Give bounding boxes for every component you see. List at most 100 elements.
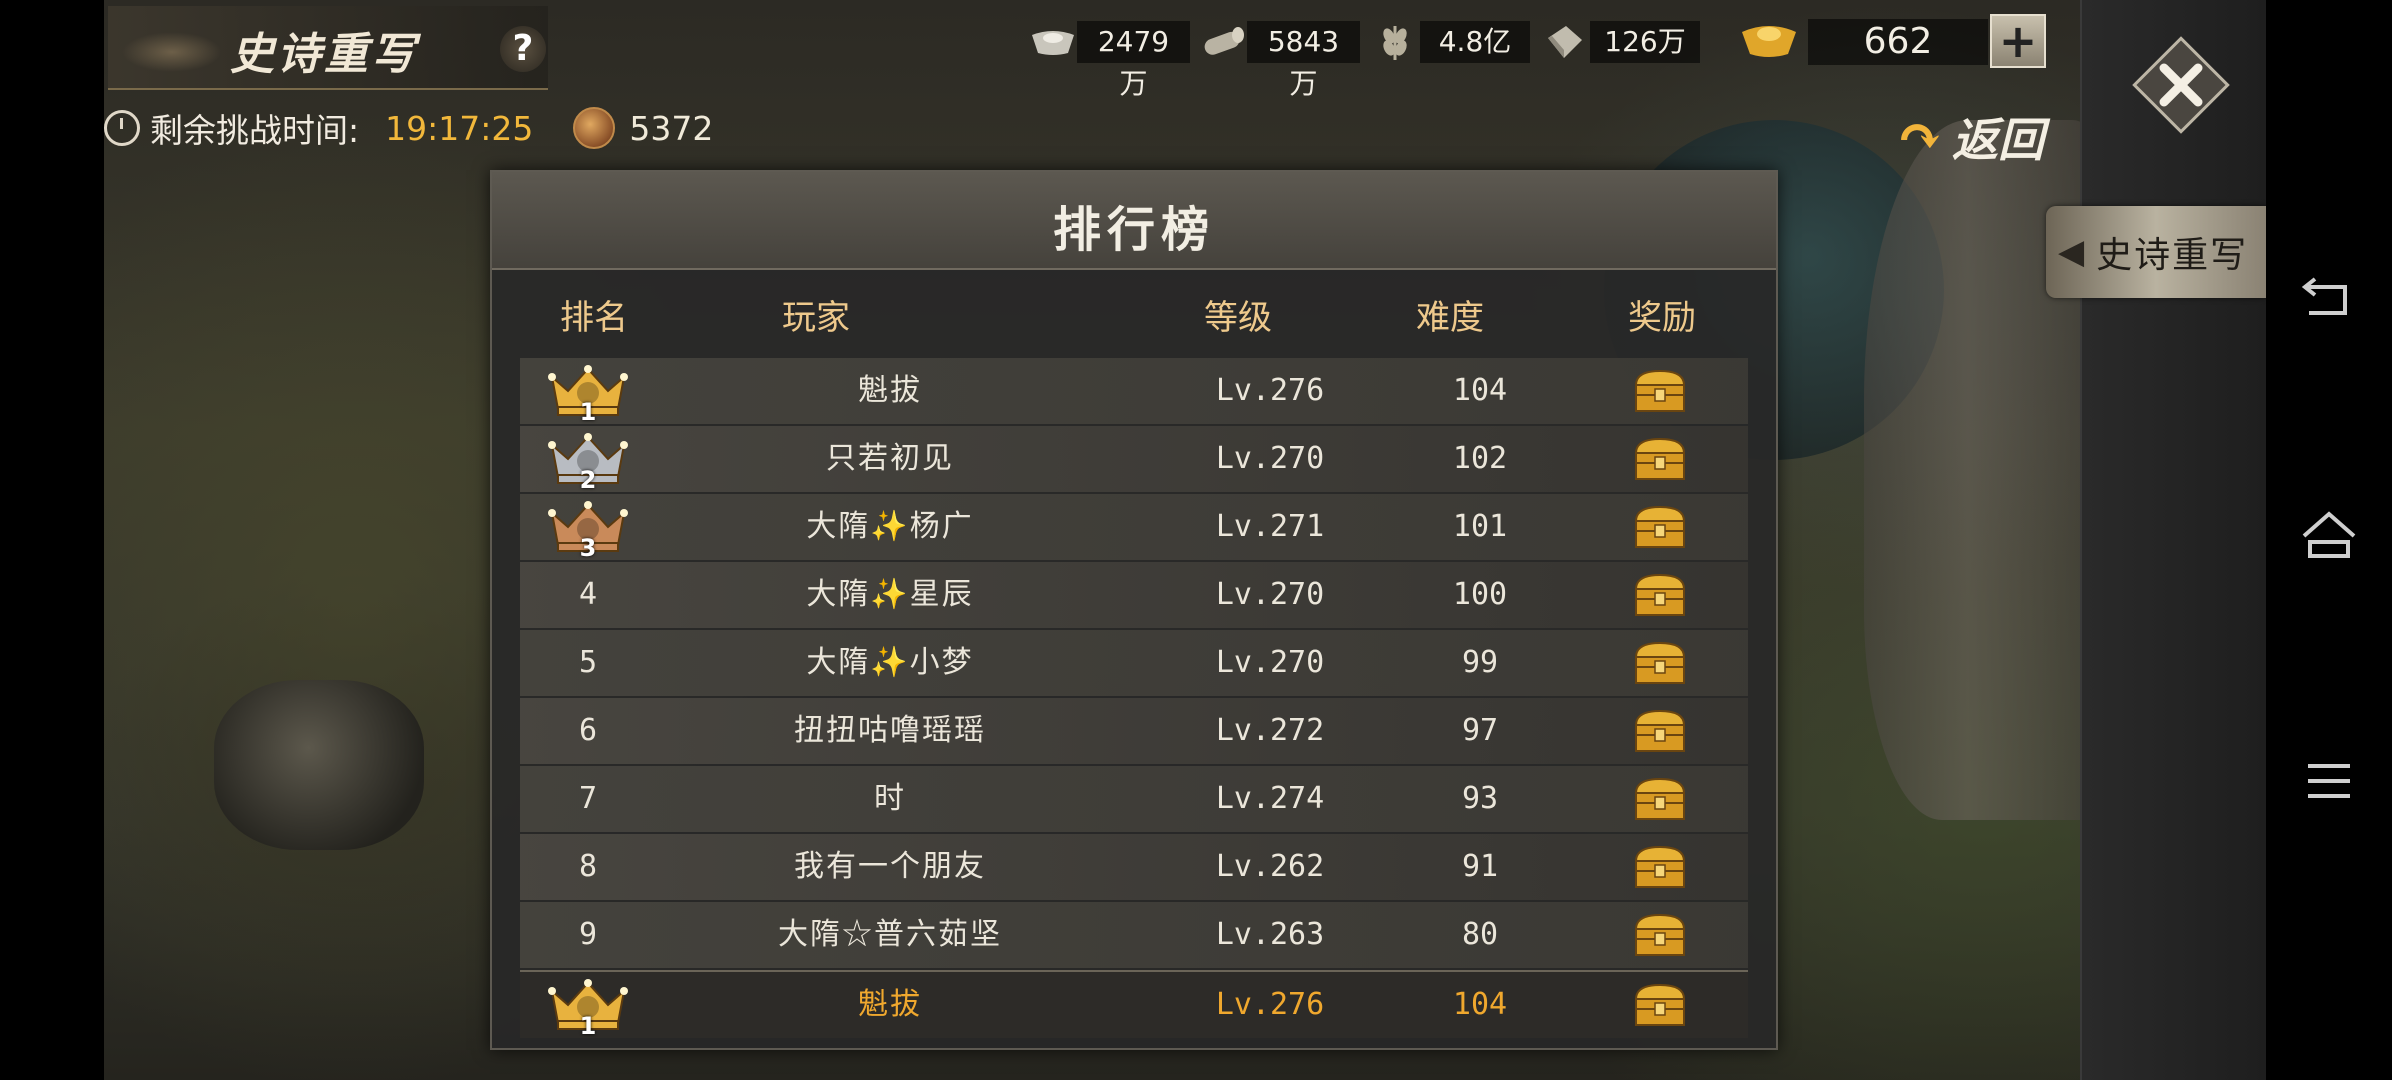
rank-number: 8	[578, 849, 598, 884]
treasure-chest-icon[interactable]	[1580, 630, 1740, 696]
iron-icon	[1540, 20, 1590, 64]
ranking-row[interactable]: 8 我有一个朋友 Lv.262 91	[520, 834, 1748, 900]
brush-decoration	[122, 32, 222, 72]
close-button[interactable]	[2126, 30, 2236, 140]
player-name: 魁拔	[858, 373, 922, 408]
ranking-title: 排行榜	[1052, 202, 1215, 258]
rock	[214, 680, 424, 850]
timer-value: 19:17:25	[385, 108, 534, 148]
epic-tab-label: 史诗重写	[2096, 235, 2249, 276]
ranking-row[interactable]: 9 大隋☆普六茹坚 Lv.263 80	[520, 902, 1748, 968]
challenge-timer-row: 剩余挑战时间: 19:17:25 5372	[104, 102, 713, 154]
resource-silver[interactable]: 2479万	[1030, 14, 1190, 100]
ranking-row[interactable]: 5 大隋✨小梦 Lv.270 99	[520, 630, 1748, 696]
player-name: 我有一个朋友	[794, 849, 986, 884]
wood-log-icon	[1200, 20, 1247, 64]
epic-rewrite-side-tab[interactable]: ◀ 史诗重写	[2046, 206, 2266, 298]
close-icon	[2132, 36, 2230, 134]
grain-value: 4.8亿	[1420, 21, 1530, 63]
ranking-column-headers: 排名 玩家 等级 难度 奖励	[492, 290, 1776, 346]
difficulty-value: 93	[1461, 781, 1499, 816]
back-nav-icon[interactable]	[2294, 262, 2364, 332]
gold-value: 662	[1808, 19, 1988, 65]
resource-wood[interactable]: 5843万	[1200, 14, 1360, 100]
player-name: 大隋☆普六茹坚	[778, 917, 1002, 952]
treasure-chest-icon[interactable]	[1580, 494, 1740, 560]
treasure-chest-icon[interactable]	[1580, 834, 1740, 900]
page-title: 史诗重写	[230, 29, 418, 80]
treasure-chest-icon[interactable]	[1580, 698, 1740, 764]
ranking-row[interactable]: 1 魁拔 Lv.276 104	[520, 358, 1748, 426]
player-name: 魁拔	[858, 987, 922, 1022]
player-name: 时	[874, 781, 906, 816]
ranking-row[interactable]: 7 时 Lv.274 93	[520, 766, 1748, 832]
ranking-list: 1 魁拔 Lv.276 104 2 只若初见 Lv.270 102 3 大隋✨杨广 Lv.271 10…	[520, 358, 1748, 1040]
resource-iron[interactable]: 126万	[1540, 14, 1700, 70]
clock-icon	[104, 110, 140, 146]
rank-number: 4	[578, 577, 598, 612]
android-nav-bar	[2266, 0, 2392, 1080]
difficulty-value: 100	[1452, 577, 1508, 612]
player-level: Lv.276	[1215, 987, 1325, 1022]
gold-currency[interactable]: 662	[1740, 14, 1988, 70]
grain-icon	[1370, 20, 1420, 64]
home-nav-icon[interactable]	[2294, 500, 2364, 570]
ranking-header: 排行榜	[492, 172, 1776, 270]
gold-ingot-icon	[1740, 20, 1798, 64]
treasure-chest-icon[interactable]	[1580, 766, 1740, 832]
ranking-row[interactable]: 6 扭扭咕噜瑶瑶 Lv.272 97	[520, 698, 1748, 764]
player-name: 大隋✨杨广	[806, 509, 974, 544]
gold-crown-icon: 1	[520, 358, 656, 426]
player-name: 大隋✨星辰	[806, 577, 974, 612]
treasure-chest-icon[interactable]	[1580, 426, 1740, 492]
timer-label: 剩余挑战时间:	[150, 111, 360, 150]
ranking-row[interactable]: 4 大隋✨星辰 Lv.270 100	[520, 562, 1748, 628]
silver-crown-icon: 2	[520, 426, 656, 494]
ranking-row[interactable]: 3 大隋✨杨广 Lv.271 101	[520, 494, 1748, 562]
col-rank: 排名	[560, 298, 628, 338]
difficulty-value: 104	[1452, 987, 1508, 1022]
add-gold-button[interactable]: +	[1990, 14, 2046, 68]
player-level: Lv.263	[1215, 917, 1325, 952]
player-level: Lv.274	[1215, 781, 1325, 816]
return-button[interactable]: ↷ 返回	[1896, 104, 2044, 170]
difficulty-value: 80	[1461, 917, 1499, 952]
rank-number: 9	[578, 917, 598, 952]
ranking-panel: 排行榜 排名 玩家 等级 难度 奖励 1 魁拔 Lv.276 104 2 只若初见 Lv.2…	[490, 170, 1778, 1050]
menu-nav-icon[interactable]	[2294, 746, 2364, 816]
treasure-chest-icon[interactable]	[1580, 902, 1740, 968]
iron-value: 126万	[1590, 21, 1700, 63]
treasure-chest-icon[interactable]	[1580, 562, 1740, 628]
bronze-crown-icon: 3	[520, 494, 656, 562]
rank-number: 5	[578, 645, 598, 680]
player-level: Lv.270	[1215, 441, 1325, 476]
return-arrow-icon: ↷	[1896, 104, 1943, 170]
return-label: 返回	[1952, 113, 2044, 167]
self-ranking-row[interactable]: 1 魁拔 Lv.276 104	[520, 970, 1748, 1040]
difficulty-value: 104	[1452, 373, 1508, 408]
dragon-coin-icon	[573, 107, 616, 149]
player-name: 扭扭咕噜瑶瑶	[794, 713, 986, 748]
player-level: Lv.272	[1215, 713, 1325, 748]
coin-value: 5372	[629, 108, 714, 148]
player-level: Lv.270	[1215, 577, 1325, 612]
right-side-panel	[2080, 0, 2268, 1080]
difficulty-value: 102	[1452, 441, 1508, 476]
help-button[interactable]: ?	[500, 26, 546, 72]
difficulty-value: 101	[1452, 509, 1508, 544]
player-level: Lv.276	[1215, 373, 1325, 408]
treasure-chest-icon[interactable]	[1580, 972, 1740, 1038]
player-name: 只若初见	[826, 441, 954, 476]
resource-grain[interactable]: 4.8亿	[1370, 14, 1530, 70]
player-level: Lv.271	[1215, 509, 1325, 544]
col-level: 等级	[1204, 298, 1272, 338]
silver-value: 2479万	[1076, 21, 1190, 100]
silver-ingot-icon	[1030, 20, 1077, 64]
player-level: Lv.262	[1215, 849, 1325, 884]
col-player: 玩家	[782, 298, 850, 338]
treasure-chest-icon[interactable]	[1580, 358, 1740, 424]
wood-value: 5843万	[1246, 21, 1360, 100]
ranking-row[interactable]: 2 只若初见 Lv.270 102	[520, 426, 1748, 494]
rank-number: 6	[578, 713, 598, 748]
difficulty-value: 91	[1461, 849, 1499, 884]
